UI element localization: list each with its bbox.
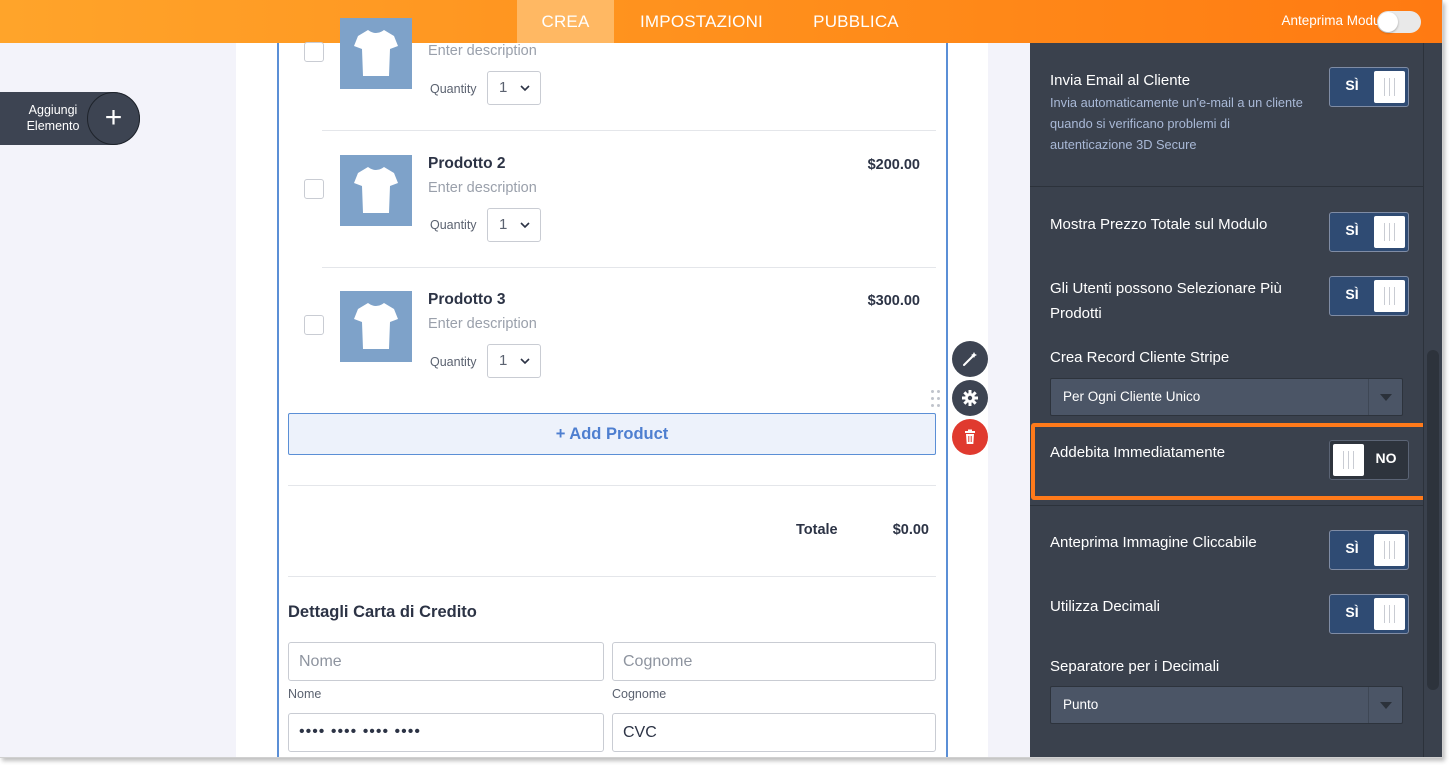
- toggle-label: SÌ: [1345, 286, 1359, 302]
- product-name[interactable]: Prodotto 3: [428, 291, 506, 309]
- decimal-separator-dropdown[interactable]: Punto: [1050, 686, 1403, 724]
- decimals-toggle[interactable]: SÌ: [1329, 594, 1409, 634]
- cvc-input[interactable]: CVC: [612, 713, 936, 752]
- tshirt-icon: [354, 167, 398, 213]
- quantity-value: 1: [499, 352, 508, 369]
- product-name[interactable]: Prodotto 2: [428, 155, 506, 173]
- stripe-record-dropdown[interactable]: Per Ogni Cliente Unico: [1050, 378, 1403, 416]
- chevron-down-icon: [1368, 687, 1402, 723]
- cvc-placeholder: CVC: [623, 724, 657, 741]
- section-divider: [288, 485, 936, 486]
- preview-toggle[interactable]: [1377, 11, 1421, 33]
- email-setting-description: Invia automaticamente un'e-mail a un cli…: [1050, 95, 1303, 152]
- first-name-placeholder: Nome: [299, 653, 342, 670]
- quantity-select[interactable]: 1: [487, 208, 541, 242]
- product-description[interactable]: Enter description: [428, 43, 537, 59]
- product-divider: [322, 267, 936, 268]
- settings-panel: Invia Email al Cliente Invia automaticam…: [1030, 43, 1442, 757]
- show-total-toggle[interactable]: SÌ: [1329, 212, 1409, 252]
- toggle-label: SÌ: [1345, 604, 1359, 620]
- email-toggle[interactable]: SÌ: [1329, 67, 1409, 107]
- multi-select-toggle[interactable]: SÌ: [1329, 276, 1409, 316]
- multi-select-title: Gli Utenti possono Selezionare Più Prodo…: [1050, 280, 1282, 322]
- first-name-input[interactable]: Nome: [288, 642, 604, 681]
- clickable-image-title: Anteprima Immagine Cliccabile: [1050, 534, 1257, 551]
- last-name-sublabel: Cognome: [612, 687, 667, 701]
- quantity-select[interactable]: 1: [487, 344, 541, 378]
- quantity-label: Quantity: [430, 218, 477, 232]
- clickable-image-toggle[interactable]: SÌ: [1329, 530, 1409, 570]
- preview-label: Anteprima Modulo: [1281, 13, 1391, 28]
- card-number-value: •••• •••• •••• ••••: [299, 723, 421, 740]
- last-name-input[interactable]: Cognome: [612, 642, 936, 681]
- product-divider: [322, 130, 936, 131]
- decimal-separator-value: Punto: [1063, 697, 1099, 712]
- add-element-button[interactable]: Aggiungi Elemento +: [0, 92, 140, 145]
- add-product-button[interactable]: + Add Product: [288, 413, 936, 455]
- credit-card-title: Dettagli Carta di Credito: [288, 603, 477, 621]
- product-checkbox[interactable]: [304, 315, 324, 335]
- quantity-value: 1: [499, 79, 508, 96]
- chevron-down-icon: [1368, 379, 1402, 415]
- trash-icon[interactable]: [952, 419, 988, 455]
- app-window: CREA IMPOSTAZIONI PUBBLICA Anteprima Mod…: [0, 0, 1443, 758]
- tab-pubblica[interactable]: PUBBLICA: [800, 0, 912, 43]
- chevron-down-icon: [520, 222, 530, 229]
- drag-handle-icon[interactable]: [931, 390, 941, 410]
- total-value: $0.00: [892, 522, 929, 538]
- product-checkbox[interactable]: [304, 42, 324, 62]
- panel-divider: [1030, 505, 1423, 506]
- product-price: $200.00: [867, 157, 920, 173]
- card-number-input[interactable]: •••• •••• •••• ••••: [288, 713, 604, 752]
- product-description[interactable]: Enter description: [428, 180, 537, 196]
- quantity-select[interactable]: 1: [487, 71, 541, 105]
- gear-icon[interactable]: [952, 380, 988, 416]
- product-image: [340, 155, 412, 226]
- product-image: [340, 291, 412, 362]
- quantity-value: 1: [499, 216, 508, 233]
- chevron-down-icon: [520, 358, 530, 365]
- section-divider: [288, 576, 936, 577]
- quantity-label: Quantity: [430, 355, 477, 369]
- tshirt-icon: [354, 30, 398, 76]
- panel-scrollbar-thumb[interactable]: [1427, 350, 1439, 690]
- toggle-knob: [1378, 12, 1398, 32]
- product-description[interactable]: Enter description: [428, 316, 537, 332]
- tab-impostazioni[interactable]: IMPOSTAZIONI: [624, 0, 779, 43]
- decimals-title: Utilizza Decimali: [1050, 598, 1161, 615]
- toggle-label: SÌ: [1345, 222, 1359, 238]
- product-checkbox[interactable]: [304, 179, 324, 199]
- product-image: [340, 18, 412, 89]
- total-label: Totale: [796, 522, 838, 538]
- add-element-label: Aggiungi Elemento: [26, 103, 80, 133]
- decimal-separator-title: Separatore per i Decimali: [1050, 658, 1220, 675]
- tshirt-icon: [354, 303, 398, 349]
- stripe-record-value: Per Ogni Cliente Unico: [1063, 389, 1201, 404]
- top-bar: CREA IMPOSTAZIONI PUBBLICA Anteprima Mod…: [0, 0, 1442, 43]
- highlight-box: [1031, 423, 1429, 500]
- toggle-label: SÌ: [1345, 77, 1359, 93]
- tab-crea[interactable]: CREA: [517, 0, 614, 43]
- wand-icon[interactable]: [952, 341, 988, 377]
- stripe-record-title: Crea Record Cliente Stripe: [1050, 349, 1230, 366]
- email-setting-title: Invia Email al Cliente: [1050, 72, 1191, 89]
- panel-divider: [1030, 186, 1423, 187]
- product-price: $300.00: [867, 293, 920, 309]
- quantity-label: Quantity: [430, 82, 477, 96]
- show-total-title: Mostra Prezzo Totale sul Modulo: [1050, 216, 1268, 233]
- plus-icon[interactable]: +: [87, 92, 140, 145]
- first-name-sublabel: Nome: [288, 687, 322, 701]
- toggle-label: SÌ: [1345, 540, 1359, 556]
- chevron-down-icon: [520, 85, 530, 92]
- last-name-placeholder: Cognome: [623, 653, 693, 670]
